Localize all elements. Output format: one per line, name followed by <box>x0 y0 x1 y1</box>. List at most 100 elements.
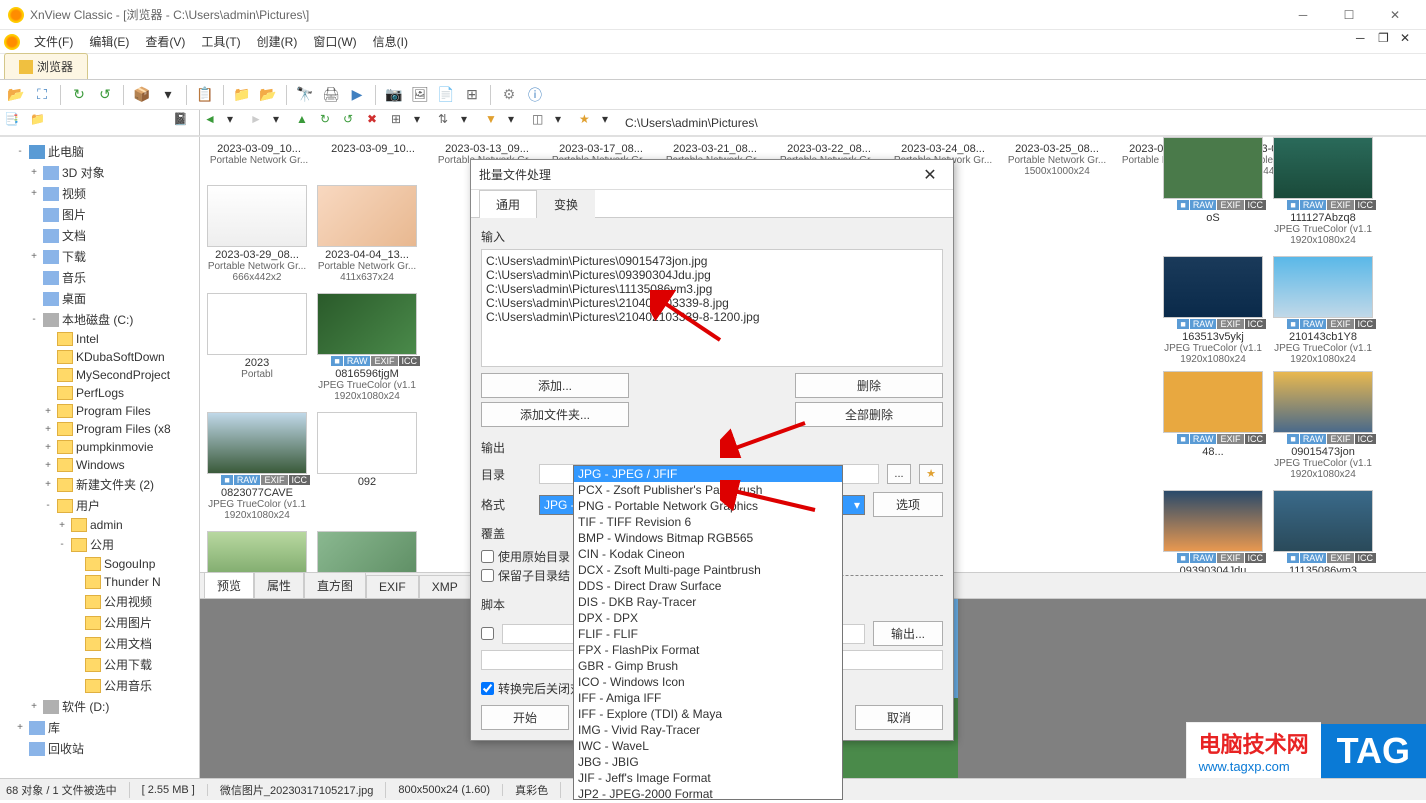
preview-tab-xmp[interactable]: XMP <box>419 575 471 598</box>
dialog-tab-transform[interactable]: 变换 <box>537 190 595 218</box>
refresh-icon[interactable]: ↻ <box>67 83 91 107</box>
favorite-dir-button[interactable]: ★ <box>919 464 943 484</box>
tree-item[interactable]: MySecondProject <box>0 366 199 384</box>
thumbnail-item[interactable]: 2023-04-04_13...Portable Network Gr...41… <box>314 185 420 283</box>
tree-item[interactable]: -用户 <box>0 495 199 516</box>
dropdown-option[interactable]: IFF - Amiga IFF <box>574 690 842 706</box>
thumbnail-item[interactable]: ■RAWEXIFICC0816596tjgMJPEG TrueColor (v1… <box>314 293 420 402</box>
tree-item[interactable]: 公用图片 <box>0 612 199 633</box>
preview-tab-preview[interactable]: 预览 <box>204 572 254 598</box>
delete-icon[interactable]: ✖ <box>367 112 389 134</box>
tree-btn3[interactable]: 📓 <box>173 112 195 134</box>
tree-item[interactable]: +软件 (D:) <box>0 696 199 717</box>
export-script-button[interactable]: 输出... <box>873 621 943 646</box>
preview-tab-exif[interactable]: EXIF <box>366 575 419 598</box>
tree-item[interactable]: Thunder N <box>0 573 199 591</box>
minimize-button[interactable]: ─ <box>1280 0 1326 30</box>
view-mode-icon[interactable]: ⊞ <box>391 112 413 134</box>
thumbnail-item[interactable]: 2023-03-29_08...Portable Network Gr...66… <box>204 185 310 283</box>
close-after-checkbox[interactable] <box>481 682 494 695</box>
tree-item[interactable]: +3D 对象 <box>0 162 199 183</box>
stop-icon[interactable]: ↺ <box>343 112 365 134</box>
settings-icon[interactable]: ⚙ <box>497 83 521 107</box>
dropdown-option[interactable]: JPG - JPEG / JFIF <box>574 466 842 482</box>
tree-btn2[interactable]: 📁 <box>30 112 52 134</box>
dropdown-option[interactable]: DPX - DPX <box>574 610 842 626</box>
sort-icon[interactable]: ⇅ <box>438 112 460 134</box>
dropdown-option[interactable]: GBR - Gimp Brush <box>574 658 842 674</box>
remove-all-button[interactable]: 全部删除 <box>795 402 943 427</box>
folder-tree[interactable]: -此电脑+3D 对象+视频图片文档+下载音乐桌面-本地磁盘 (C:)IntelK… <box>0 137 200 778</box>
menu-edit[interactable]: 编辑(E) <box>81 31 137 52</box>
convert-dd-icon[interactable]: ▾ <box>156 83 180 107</box>
thumbnail-item[interactable]: ■RAWEXIFICC210402103339-...JPEG TrueColo… <box>314 531 420 572</box>
scan-icon[interactable]: 🖼 <box>408 83 432 107</box>
thumbnail-item[interactable]: ■RAWEXIFICC111127Abzq8JPEG TrueColor (v1… <box>1270 137 1376 246</box>
thumbnail-item[interactable]: 2023-03-09_10...Portable Network Gr... <box>204 141 314 177</box>
favorite-icon[interactable]: ★ <box>579 112 601 134</box>
dropdown-option[interactable]: IFF - Explore (TDI) & Maya <box>574 706 842 722</box>
convert-icon[interactable]: 📦 <box>130 83 154 107</box>
dropdown-option[interactable]: TIF - TIFF Revision 6 <box>574 514 842 530</box>
tree-item[interactable]: 图片 <box>0 204 199 225</box>
menu-create[interactable]: 创建(R) <box>249 31 306 52</box>
tree-item[interactable]: +库 <box>0 717 199 738</box>
dropdown-option[interactable]: BMP - Windows Bitmap RGB565 <box>574 530 842 546</box>
dropdown-option[interactable]: FLIF - FLIF <box>574 626 842 642</box>
move-to-icon[interactable]: 📂 <box>256 83 280 107</box>
thumbnail-item[interactable]: 2023-03-25_08...Portable Network Gr...15… <box>1002 141 1112 177</box>
mdi-minimize-button[interactable]: ─ <box>1356 31 1378 53</box>
tree-item[interactable]: KDubaSoftDown <box>0 348 199 366</box>
refresh2-icon[interactable]: ↺ <box>93 83 117 107</box>
menu-info[interactable]: 信息(I) <box>365 31 416 52</box>
mdi-close-button[interactable]: ✕ <box>1400 31 1422 53</box>
camera-icon[interactable]: 📷 <box>382 83 406 107</box>
use-orig-dir-checkbox[interactable] <box>481 550 494 563</box>
layout-dd[interactable]: ▾ <box>555 112 577 134</box>
nav-back-dd[interactable]: ▾ <box>227 112 249 134</box>
tree-item[interactable]: PerfLogs <box>0 384 199 402</box>
menu-file[interactable]: 文件(F) <box>26 31 81 52</box>
dropdown-option[interactable]: PNG - Portable Network Graphics <box>574 498 842 514</box>
tree-item[interactable]: 公用下载 <box>0 654 199 675</box>
tree-item[interactable]: -此电脑 <box>0 141 199 162</box>
tree-item[interactable]: +新建文件夹 (2) <box>0 474 199 495</box>
thumbnail-item[interactable]: ■RAWEXIFICC09390304JduJPEG TrueColor (v1… <box>1160 490 1266 572</box>
menu-window[interactable]: 窗口(W) <box>305 31 364 52</box>
tree-item[interactable]: +pumpkinmovie <box>0 438 199 456</box>
thumbnail-item[interactable]: ■RAWEXIFICC163513v5ykjJPEG TrueColor (v1… <box>1160 256 1266 365</box>
dropdown-option[interactable]: IMG - Vivid Ray-Tracer <box>574 722 842 738</box>
dropdown-option[interactable]: DCX - Zsoft Multi-page Paintbrush <box>574 562 842 578</box>
layout-icon[interactable]: ◫ <box>532 112 554 134</box>
format-options-button[interactable]: 选项 <box>873 492 943 517</box>
copy-to-icon[interactable]: 📁 <box>230 83 254 107</box>
tree-item[interactable]: 公用音乐 <box>0 675 199 696</box>
start-button[interactable]: 开始 <box>481 705 569 730</box>
script-checkbox[interactable] <box>481 627 494 640</box>
dropdown-option[interactable]: JP2 - JPEG-2000 Format <box>574 786 842 800</box>
remove-button[interactable]: 删除 <box>795 373 943 398</box>
thumbnail-item[interactable]: ■RAWEXIFICCoS <box>1160 137 1266 246</box>
add-folder-button[interactable]: 添加文件夹... <box>481 402 629 427</box>
tree-btn1[interactable]: 📑 <box>4 112 26 134</box>
dropdown-option[interactable]: ICO - Windows Icon <box>574 674 842 690</box>
about-icon[interactable]: ⓘ <box>523 83 547 107</box>
cancel-button[interactable]: 取消 <box>855 705 943 730</box>
thumbnail-item[interactable]: 2023-03-09_10... <box>318 141 428 177</box>
tab-browser[interactable]: 浏览器 <box>4 53 88 79</box>
tree-item[interactable]: 公用文档 <box>0 633 199 654</box>
nav-up-icon[interactable]: ▲ <box>296 112 318 134</box>
tree-item[interactable]: 文档 <box>0 225 199 246</box>
dropdown-option[interactable]: DIS - DKB Ray-Tracer <box>574 594 842 610</box>
dropdown-option[interactable]: PCX - Zsoft Publisher's Paintbrush <box>574 482 842 498</box>
maximize-button[interactable]: ☐ <box>1326 0 1372 30</box>
dialog-close-button[interactable]: ✕ <box>915 165 945 185</box>
favorite-dd[interactable]: ▾ <box>602 112 624 134</box>
tree-item[interactable]: Intel <box>0 330 199 348</box>
keep-subdir-checkbox[interactable] <box>481 569 494 582</box>
thumbnail-item[interactable]: ■RAWEXIFICC09015473jonJPEG TrueColor (v1… <box>1270 371 1376 480</box>
tree-item[interactable]: +Program Files <box>0 402 199 420</box>
tree-item[interactable]: SogouInp <box>0 555 199 573</box>
dropdown-option[interactable]: IWC - WaveL <box>574 738 842 754</box>
tree-item[interactable]: 音乐 <box>0 267 199 288</box>
